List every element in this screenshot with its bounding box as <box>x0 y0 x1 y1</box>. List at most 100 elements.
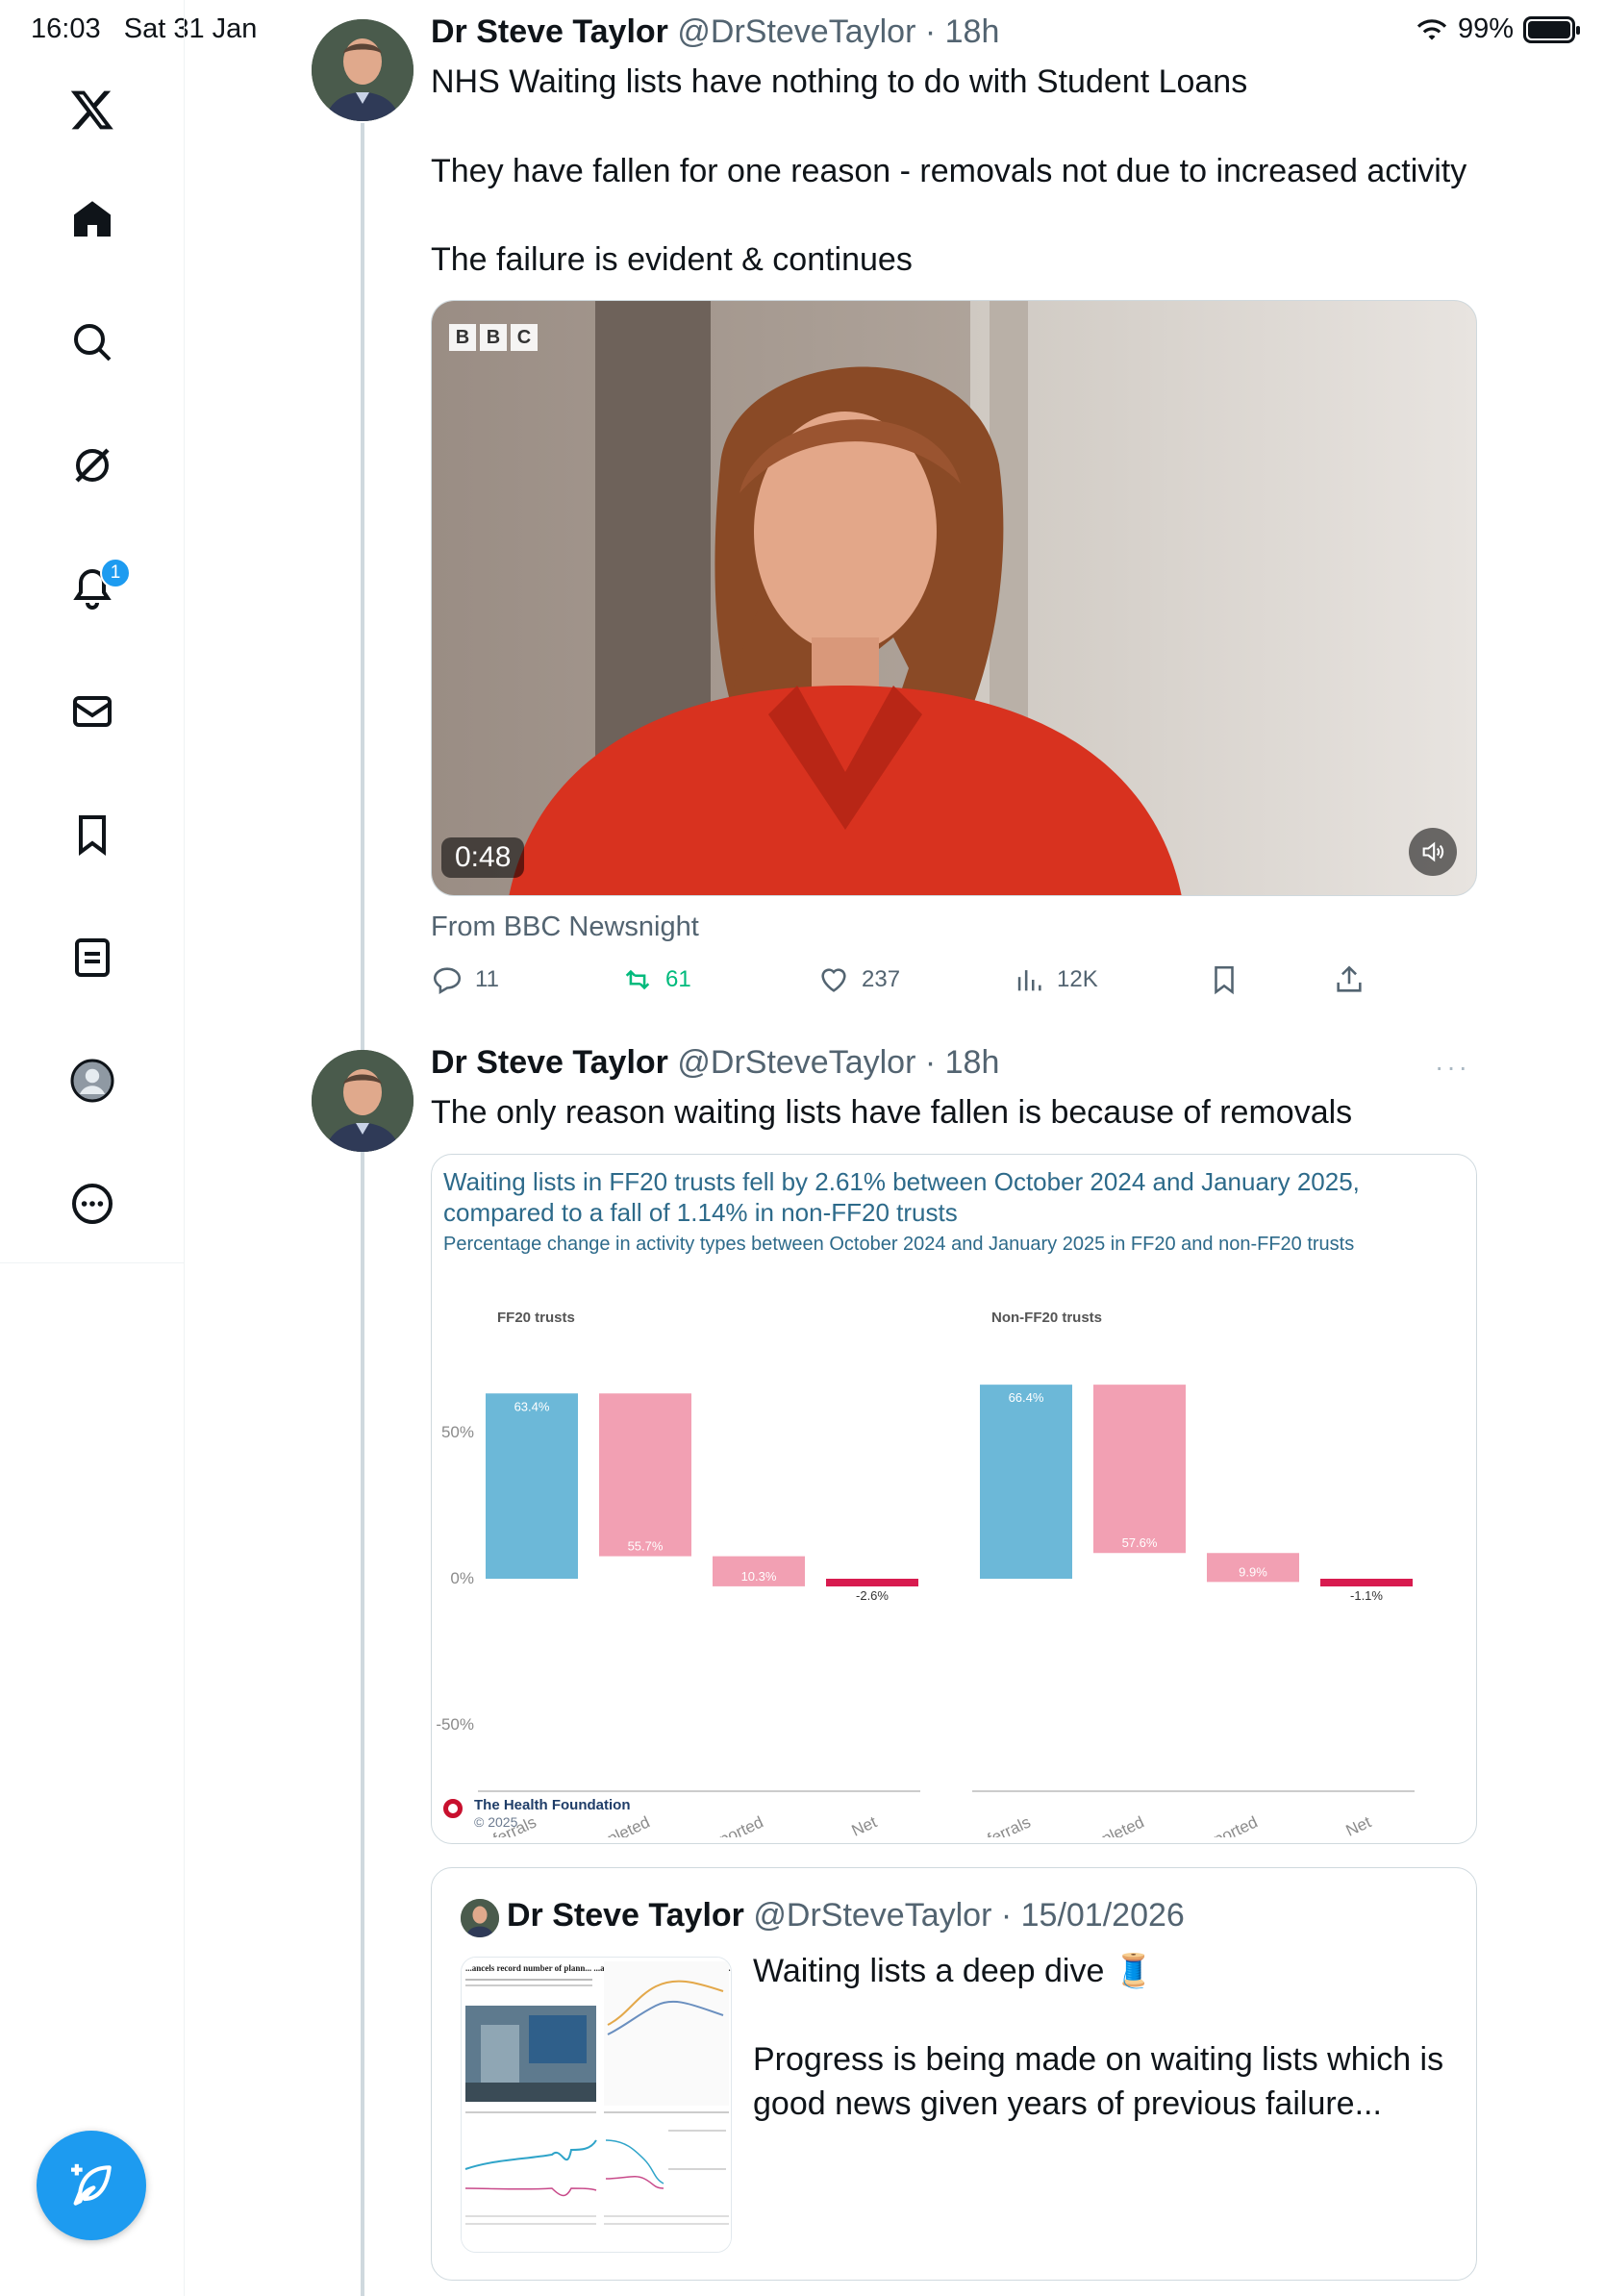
views-icon <box>1017 970 1041 991</box>
author-name[interactable]: Dr Steve Taylor <box>431 1044 668 1081</box>
home-icon[interactable] <box>67 194 117 244</box>
bar-chart: 50% 0% -50% FF20 trusts 63.4% Referrals 55.7% C… <box>436 1310 1415 1837</box>
health-foundation-logo-icon <box>443 1799 463 1818</box>
tweet-text-line: They have fallen for one reason - remova… <box>431 153 1467 189</box>
heart-icon <box>821 968 846 992</box>
bbc-letter: B <box>480 324 507 351</box>
profile-icon[interactable] <box>67 1056 117 1106</box>
y-tick-label: 0% <box>450 1569 474 1587</box>
bar <box>599 1393 691 1557</box>
like-count: 237 <box>862 966 901 992</box>
panel-title: FF20 trusts <box>497 1310 575 1326</box>
reply-button[interactable]: 11 <box>431 963 499 996</box>
reply-icon <box>433 967 462 995</box>
y-tick-label: -50% <box>436 1715 474 1734</box>
avatar[interactable] <box>312 1050 414 1152</box>
compose-button[interactable] <box>37 2131 146 2240</box>
bar <box>1093 1385 1186 1554</box>
bbc-letter: B <box>449 324 476 351</box>
x-tick-label: Completed <box>573 1812 653 1837</box>
quote-author-handle: @DrSteveTaylor <box>753 1897 992 1934</box>
sidebar-divider <box>0 1262 185 1263</box>
bar-value-label: 55.7% <box>628 1539 664 1554</box>
x-tick-label: Unreported <box>685 1812 766 1837</box>
messages-icon[interactable] <box>67 686 117 736</box>
x-tick-label: Unreported <box>1179 1812 1261 1837</box>
tweet-more-icon[interactable]: ··· <box>1435 1052 1470 1083</box>
share-button[interactable] <box>1333 963 1366 996</box>
bar-value-label: -2.6% <box>856 1588 889 1603</box>
compose-feather-icon <box>71 2163 112 2206</box>
quote-date: · 15/01/2026 <box>1000 1897 1185 1934</box>
chart-source-year: © 2025 <box>474 1814 518 1830</box>
tweet-actions: 11 61 237 12K <box>431 963 1392 1006</box>
x-tick-label: Net <box>1343 1812 1374 1837</box>
quote-text: Waiting lists a deep dive 🧵 Progress is … <box>753 1949 1455 2126</box>
tweet-header: Dr Steve Taylor @DrSteveTaylor · 18h <box>431 13 999 51</box>
repost-button[interactable]: 61 <box>621 963 691 996</box>
chart-subtitle: Percentage change in activity types betw… <box>443 1234 1355 1255</box>
views-count: 12K <box>1057 966 1098 992</box>
chart-source: The Health Foundation <box>474 1797 631 1813</box>
panel-title: Non-FF20 trusts <box>991 1310 1102 1326</box>
search-icon[interactable] <box>67 317 117 367</box>
chart-title: Waiting lists in FF20 trusts fell by 2.6… <box>443 1167 1360 1227</box>
bbc-logo: B B C <box>449 324 538 351</box>
author-handle[interactable]: @DrSteveTaylor <box>677 13 915 50</box>
bar-value-label: -1.1% <box>1350 1588 1383 1603</box>
author-name[interactable]: Dr Steve Taylor <box>431 13 668 50</box>
avatar[interactable] <box>312 19 414 121</box>
speaker-icon <box>1422 841 1444 862</box>
video-player[interactable]: B B C 0:48 <box>431 300 1477 896</box>
x-logo-icon[interactable] <box>67 85 117 135</box>
status-right: 99% <box>1416 13 1580 45</box>
wifi-icon <box>1416 18 1447 39</box>
tweet-header: Dr Steve Taylor @DrSteveTaylor · 18h <box>431 1044 999 1082</box>
quote-author-name: Dr Steve Taylor <box>507 1897 744 1934</box>
quote-thumbnail: ...ancels record number of plann... ...a… <box>461 1957 732 2253</box>
sidebar: 1 <box>0 0 185 2296</box>
bbc-letter: C <box>511 324 538 351</box>
reply-count: 11 <box>475 966 499 992</box>
notification-badge: 1 <box>100 558 131 588</box>
video-frame <box>432 301 1476 895</box>
bookmark-icon <box>1215 965 1234 995</box>
bar <box>1320 1579 1413 1586</box>
x-tick-label: Net <box>849 1812 880 1837</box>
tweet-time[interactable]: · 18h <box>925 1044 1000 1081</box>
quote-body: Progress is being made on waiting lists … <box>753 2041 1444 2122</box>
tweet-text: The only reason waiting lists have falle… <box>431 1094 1353 1131</box>
quoted-tweet[interactable]: Dr Steve Taylor @DrSteveTaylor · 15/01/2… <box>431 1867 1477 2281</box>
y-tick-label: 50% <box>441 1423 474 1441</box>
grok-icon[interactable] <box>67 440 117 490</box>
quote-header: Dr Steve Taylor @DrSteveTaylor · 15/01/2… <box>507 1897 1185 1934</box>
chart-image[interactable]: Waiting lists in FF20 trusts fell by 2.6… <box>431 1154 1477 1844</box>
bookmark-button[interactable] <box>1208 963 1241 996</box>
battery-percent: 99% <box>1457 13 1514 44</box>
video-source[interactable]: From BBC Newsnight <box>431 911 699 943</box>
views-button[interactable]: 12K <box>1013 963 1098 996</box>
author-handle[interactable]: @DrSteveTaylor <box>677 1044 915 1081</box>
quote-title: Waiting lists a deep dive 🧵 <box>753 1953 1155 1989</box>
bookmarks-icon[interactable] <box>67 810 117 860</box>
more-icon[interactable] <box>67 1179 117 1229</box>
bar-value-label: 9.9% <box>1239 1564 1267 1579</box>
bar-value-label: 66.4% <box>1009 1390 1044 1405</box>
x-tick-label: Completed <box>1067 1812 1147 1837</box>
repost-icon <box>625 969 650 990</box>
x-tick-label: Referrals <box>965 1812 1034 1837</box>
like-button[interactable]: 237 <box>817 963 900 996</box>
share-icon <box>1337 965 1362 992</box>
bar <box>826 1579 918 1586</box>
tweet-text-line: The failure is evident & continues <box>431 241 913 278</box>
lists-icon[interactable] <box>67 933 117 983</box>
tweet-time[interactable]: · 18h <box>925 13 1000 50</box>
thread-line <box>361 123 364 2296</box>
battery-icon <box>1523 15 1580 43</box>
bar-value-label: 63.4% <box>514 1399 550 1413</box>
bar-value-label: 10.3% <box>741 1569 777 1584</box>
tweet-text-line: NHS Waiting lists have nothing to do wit… <box>431 63 1248 100</box>
mute-button[interactable] <box>1409 828 1457 876</box>
repost-count: 61 <box>665 966 691 992</box>
quote-avatar <box>461 1899 499 1937</box>
